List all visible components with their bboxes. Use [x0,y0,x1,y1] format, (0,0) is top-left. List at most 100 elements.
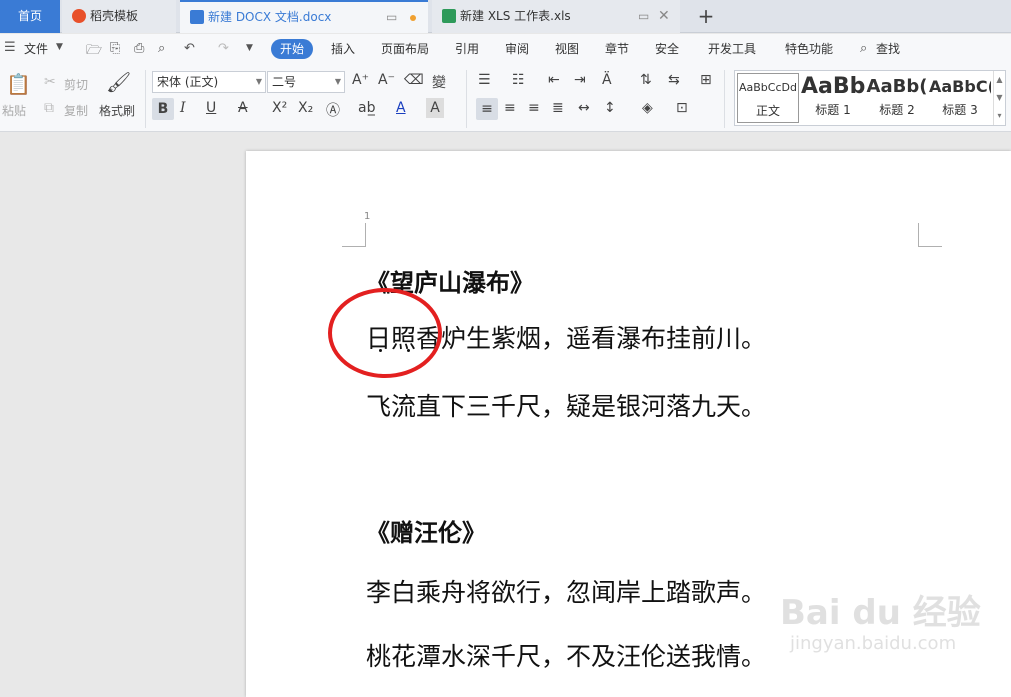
tab-xls-label: 新建 XLS 工作表.xls [460,9,571,23]
style-heading-2[interactable]: AaBb( 标题 2 [865,73,929,123]
sort-icon[interactable]: ⇅ [640,72,652,88]
menu-view[interactable]: 视图 [555,34,579,64]
redo-icon[interactable]: ↷ [218,41,229,56]
font-color-icon[interactable]: A [396,100,406,116]
text-effect-icon[interactable]: Ⓐ [326,100,340,120]
undo-icon[interactable]: ↶ [184,41,195,56]
paste-label[interactable]: 粘贴 [2,102,26,119]
menu-page-layout[interactable]: 页面布局 [381,34,429,64]
hamburger-icon[interactable]: ☰ [4,40,16,55]
menu-file[interactable]: 文件 [24,34,48,64]
menu-start[interactable]: 开始 [271,39,314,59]
numbered-list-icon[interactable]: ☷ [512,72,525,88]
menu-section[interactable]: 章节 [605,34,629,64]
open-folder-icon[interactable]: 🗁 [86,41,102,63]
menu-bar: ☰ 文件 ▼ 🗁 ⎘ ⎙ ⌕ ↶ ↷ ▼ 开始 插入 页面布局 引用 审阅 视图… [0,34,1011,64]
search-icon[interactable]: ⌕ [860,41,867,56]
strikethrough-icon[interactable]: A [238,100,248,116]
new-tab-button[interactable]: + [694,0,718,33]
distribute-button[interactable]: ↔ [578,100,590,116]
tab-docx-label: 新建 DOCX 文档.docx [208,10,332,24]
poem-title[interactable]: 《赠汪伦》 [366,513,486,548]
style-preview: AaBb [801,74,865,99]
bullet-list-icon[interactable]: ☰ [478,72,491,88]
line-spacing-icon[interactable]: ↕ [604,100,616,116]
close-icon[interactable]: ✕ [658,0,670,33]
chevron-down-icon: ▼ [255,77,262,86]
subscript-icon[interactable]: X₂ [298,100,313,116]
style-preview: AaBbCcDd [739,81,797,94]
format-painter-icon[interactable]: 🖌 [106,70,131,94]
align-left-button[interactable]: ≡ [476,98,498,120]
font-size-select[interactable]: 二号 ▼ [267,71,345,93]
paste-icon[interactable]: 📋 [6,72,31,96]
font-name-select[interactable]: 宋体 (正文) ▼ [152,71,266,93]
bold-button[interactable]: B [152,98,174,120]
decrease-indent-icon[interactable]: ⇤ [548,72,560,88]
more-icon[interactable]: ▼ [246,43,253,53]
chevron-down-icon: ▼ [334,77,341,86]
shading-icon[interactable]: ◈ [642,100,653,116]
save-icon[interactable]: ⎘ [110,41,120,56]
font-name-value: 宋体 (正文) [157,75,219,89]
borders-icon[interactable]: ⊡ [676,100,688,116]
tab-xls[interactable]: 新建 XLS 工作表.xls ▭ ✕ [432,0,680,33]
excel-sheet-icon [442,9,456,23]
align-right-button[interactable]: ≡ [528,100,540,116]
increase-indent-icon[interactable]: ⇥ [574,72,586,88]
menu-references[interactable]: 引用 [455,34,479,64]
print-icon[interactable]: ⎙ [134,41,144,56]
divider [145,70,146,128]
menu-insert[interactable]: 插入 [331,34,355,64]
show-hide-icon[interactable]: ⇆ [668,72,680,88]
chevron-down-icon[interactable]: ▼ [56,42,63,52]
scissors-icon[interactable]: ✂ [44,74,56,90]
align-center-button[interactable]: ≡ [504,100,516,116]
window-icon[interactable]: ▭ [386,2,397,33]
poem-line[interactable]: 桃花潭水深千尺，不及汪伦送我情。 [366,637,766,673]
cut-label[interactable]: 剪切 [64,76,88,93]
justify-button[interactable]: ≣ [552,100,564,116]
menu-search[interactable]: 查找 [876,34,900,64]
copy-label[interactable]: 复制 [64,102,88,119]
docer-logo-icon [72,9,86,23]
watermark-logo: Bai du 经验 [780,593,981,633]
menu-security[interactable]: 安全 [655,34,679,64]
grow-font-icon[interactable]: A⁺ [352,72,369,88]
clear-format-icon[interactable]: ⌫ [404,72,424,88]
styles-scroll[interactable]: ▲ ▼ ▾ [993,71,1005,125]
style-preview: AaBb( [866,76,928,97]
copy-icon[interactable]: ⧉ [44,100,54,116]
tab-templates[interactable]: 稻壳模板 [62,0,176,33]
poem-line[interactable]: 李白乘舟将欲行，忽闻岸上踏歌声。 [366,573,766,609]
menu-review[interactable]: 审阅 [505,34,529,64]
poem-line[interactable]: 飞流直下三千尺，疑是银河落九天。 [366,387,766,423]
unsaved-dot-icon [410,15,416,21]
italic-button[interactable]: I [180,100,186,116]
tab-home[interactable]: 首页 [0,0,60,33]
style-label: 标题 2 [879,103,915,117]
highlight-icon[interactable]: ab̲ [358,100,375,116]
table-icon[interactable]: ⊞ [700,72,712,88]
style-normal[interactable]: AaBbCcDd 正文 [737,73,799,123]
style-heading-3[interactable]: AaBbC( 标题 3 [929,73,991,123]
menu-developer[interactable]: 开发工具 [708,34,756,64]
window-icon[interactable]: ▭ [638,0,649,33]
print-preview-icon[interactable]: ⌕ [158,41,165,56]
char-shading-icon[interactable]: A [426,98,444,118]
superscript-icon[interactable]: X² [272,100,287,116]
divider [724,70,725,128]
menu-special[interactable]: 特色功能 [785,34,833,64]
style-label: 标题 1 [815,103,851,117]
style-heading-1[interactable]: AaBb 标题 1 [801,73,865,123]
phonetic-guide-icon[interactable]: 變 [432,72,446,92]
tab-docx[interactable]: 新建 DOCX 文档.docx ▭ [180,0,428,33]
shrink-font-icon[interactable]: A⁻ [378,72,395,88]
tab-templates-label: 稻壳模板 [90,9,139,23]
format-painter-label[interactable]: 格式刷 [99,102,135,119]
underline-button[interactable]: U [206,100,216,116]
font-size-value: 二号 [272,75,297,89]
annotation-circle [328,288,442,378]
styles-gallery: AaBbCcDd 正文 AaBb 标题 1 AaBb( 标题 2 AaBbC( … [734,70,1006,126]
asian-layout-icon[interactable]: Ä [602,72,612,88]
